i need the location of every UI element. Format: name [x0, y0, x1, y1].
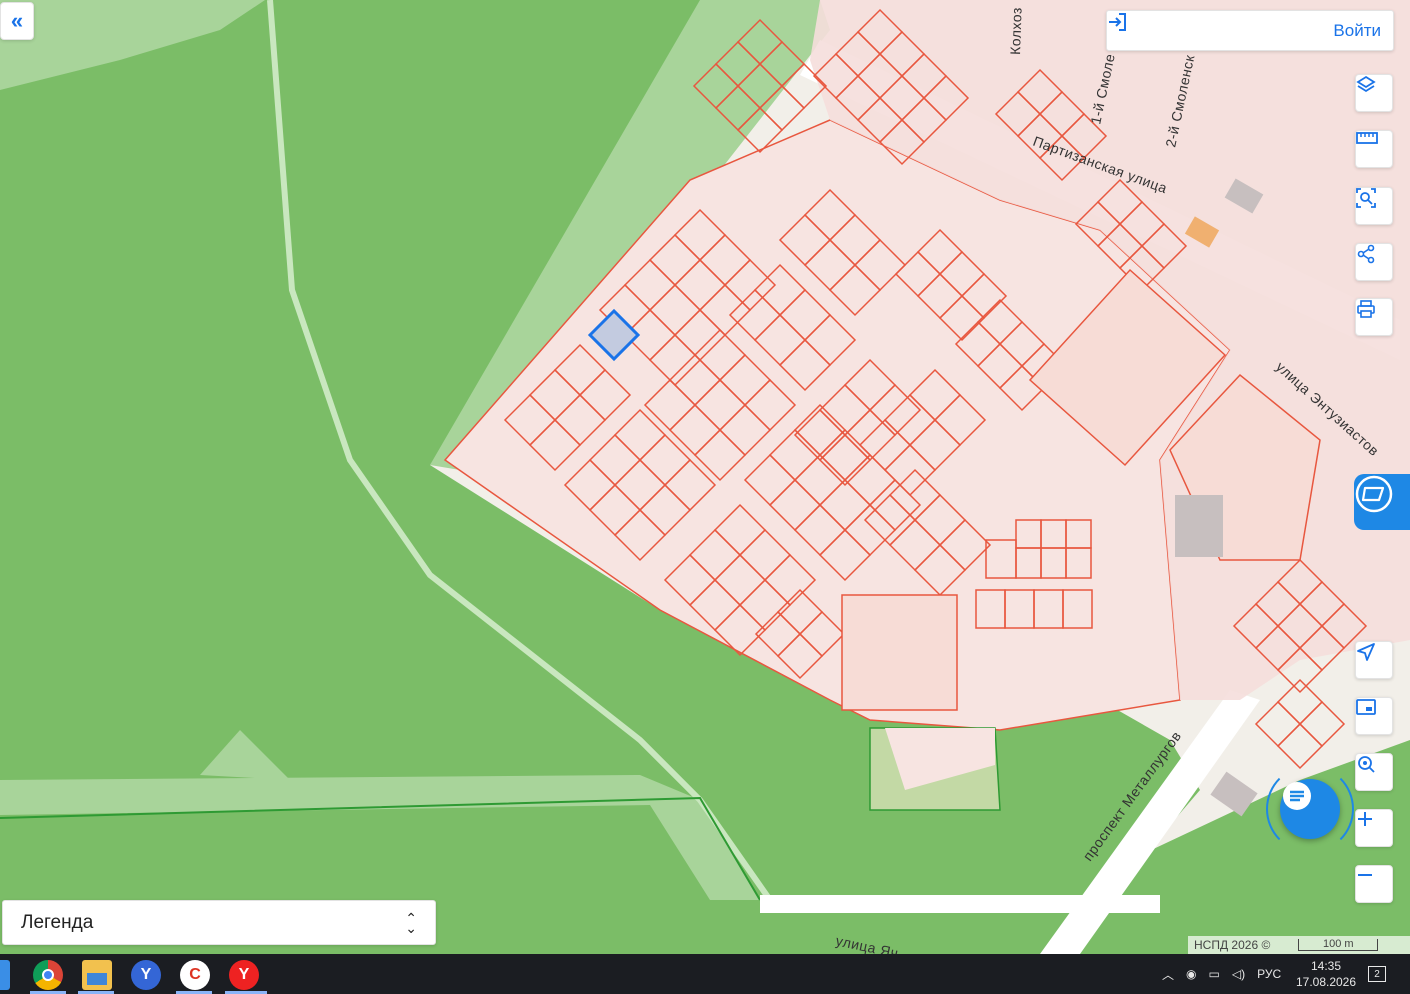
attribution-text: НСПД 2026 ©	[1194, 938, 1271, 952]
parcel-square	[841, 594, 958, 711]
ccleaner-icon[interactable]: C	[180, 960, 210, 990]
zoom-out-button[interactable]	[1355, 865, 1393, 903]
street-label-kolkhoz: Колхоз	[1007, 7, 1025, 55]
print-button[interactable]	[1355, 298, 1393, 336]
minimap-button[interactable]	[1355, 697, 1393, 735]
clock-time: 14:35	[1310, 959, 1342, 973]
scale-label: 100 m	[1323, 938, 1354, 950]
select-area-icon	[1356, 188, 1376, 208]
ruler-icon	[1356, 132, 1378, 144]
taskbar: Y C Y ︿ ◉ ▭ ◁) РУС 14:35 17.08.2026 2	[0, 954, 1410, 994]
network-icon[interactable]: ▭	[1209, 967, 1220, 981]
chat-icon	[1283, 782, 1311, 810]
double-chevron-left-icon: «	[10, 8, 24, 33]
file-explorer-icon[interactable]	[82, 960, 112, 990]
login-icon	[1109, 13, 1126, 31]
search-location-button[interactable]	[1355, 753, 1393, 791]
notification-icon: 2	[1368, 966, 1386, 982]
locate-icon	[1357, 643, 1375, 661]
attribution-bar: НСПД 2026 © 100 m	[1188, 936, 1410, 954]
system-tray: ︿ ◉ ▭ ◁) РУС	[1162, 954, 1281, 994]
tray-chevron-icon[interactable]: ︿	[1162, 966, 1174, 983]
zoom-in-icon	[1358, 812, 1372, 826]
legend-label: Легенда	[21, 911, 94, 933]
chrome-icon[interactable]	[33, 960, 63, 990]
layers-button[interactable]	[1355, 74, 1393, 112]
language-indicator[interactable]: РУС	[1257, 967, 1281, 981]
login-label: Войти	[1333, 20, 1381, 40]
search-location-icon	[1358, 756, 1375, 773]
side-panel-icon	[1355, 475, 1393, 513]
layers-icon	[1356, 75, 1376, 93]
ruler-button[interactable]	[1355, 130, 1393, 168]
zoom-in-button[interactable]	[1355, 809, 1393, 847]
scale-bar: 100 m	[1298, 938, 1379, 951]
select-area-button[interactable]	[1355, 187, 1393, 225]
minimap-icon	[1356, 699, 1376, 715]
map-layer: Партизанская улица улица Энтузиастов про…	[0, 0, 1410, 954]
volume-icon[interactable]: ◁)	[1232, 967, 1245, 981]
road-bottom	[760, 895, 1160, 913]
webcam-icon[interactable]: ◉	[1186, 967, 1196, 981]
clock-date: 17.08.2026	[1295, 975, 1357, 989]
yandex-browser-icon[interactable]: Y	[131, 960, 161, 990]
sort-arrows-icon: ⌃ ⌄	[405, 909, 417, 936]
share-button[interactable]	[1355, 243, 1393, 281]
print-icon	[1357, 300, 1375, 318]
collapse-panel-button[interactable]: «	[0, 2, 34, 40]
locate-button[interactable]	[1355, 641, 1393, 679]
yandex-icon[interactable]: Y	[229, 960, 259, 990]
building	[1175, 495, 1223, 557]
zoom-out-icon	[1358, 874, 1372, 876]
chat-button[interactable]	[1280, 779, 1340, 839]
login-button[interactable]: Войти	[1106, 10, 1394, 51]
map-canvas[interactable]: Партизанская улица улица Энтузиастов про…	[0, 0, 1410, 954]
side-panel-tab[interactable]	[1354, 474, 1410, 530]
legend-dropdown[interactable]: Легенда ⌃ ⌄	[2, 900, 436, 945]
clock[interactable]: 14:35 17.08.2026	[1295, 954, 1357, 994]
share-icon	[1357, 244, 1375, 264]
notification-center-button[interactable]: 2	[1368, 954, 1386, 994]
app-icon-partial[interactable]	[0, 960, 10, 990]
